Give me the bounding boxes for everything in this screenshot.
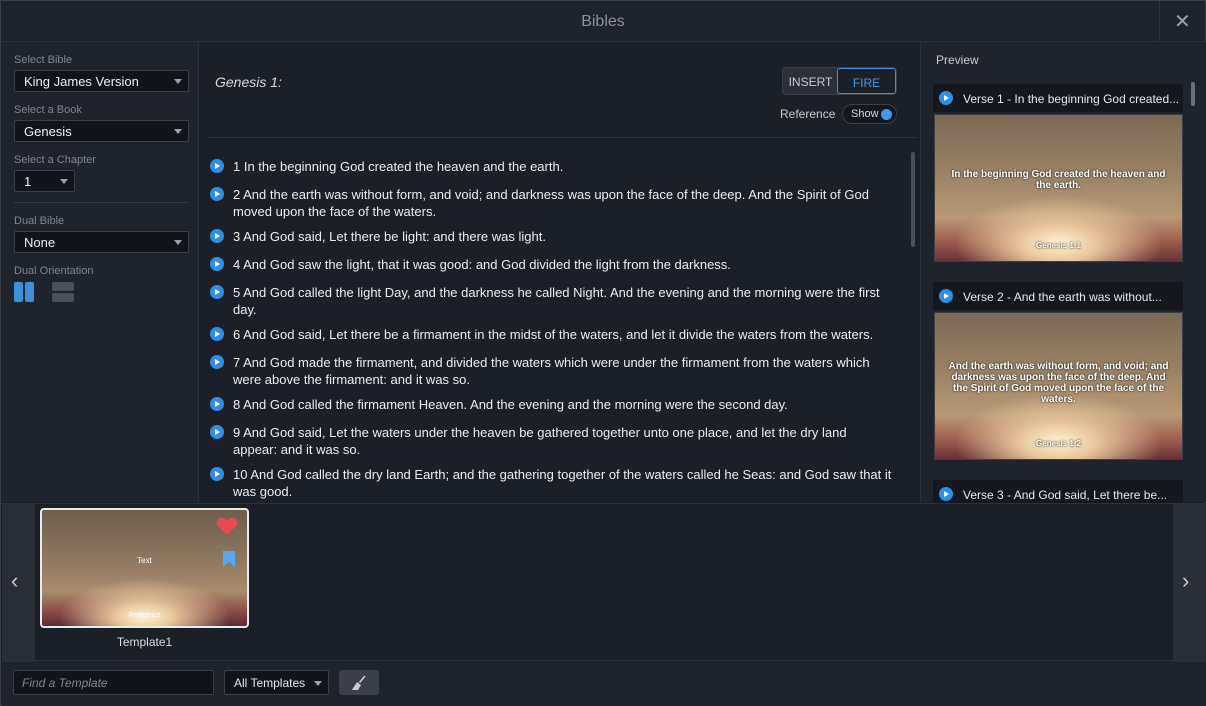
preview-label: Preview — [936, 53, 979, 67]
bookmark-icon[interactable] — [223, 551, 235, 567]
play-icon[interactable] — [210, 467, 224, 481]
template-filter-value: All Templates — [234, 676, 306, 690]
preview-item-title: Verse 1 - In the beginning God created..… — [963, 92, 1180, 106]
select-bible-label: Select Bible — [14, 54, 73, 66]
bible-select[interactable]: King James Version — [14, 70, 189, 92]
chevron-down-icon — [60, 179, 68, 184]
chevron-down-icon — [174, 129, 182, 134]
verse-text: 2 And the earth was without form, and vo… — [233, 187, 869, 219]
template-reference-placeholder: Reference — [128, 612, 161, 619]
output-mode-toggle: INSERT FIRE — [782, 67, 897, 95]
template-strip: ‹ Text Reference Template1 › — [2, 503, 1206, 662]
preview-slide[interactable]: And the earth was without form, and void… — [934, 312, 1183, 460]
chapter-select[interactable]: 1 — [14, 170, 75, 192]
chevron-down-icon — [174, 240, 182, 245]
previous-templates-button[interactable]: ‹ — [2, 504, 35, 662]
toggle-knob-icon — [881, 109, 892, 120]
column-icon — [14, 282, 23, 302]
verse-list: 1 In the beginning God created the heave… — [202, 150, 902, 502]
chapter-reference-title: Genesis 1: — [215, 74, 282, 90]
play-icon[interactable] — [210, 397, 224, 411]
preview-item-header[interactable]: Verse 1 - In the beginning God created..… — [933, 84, 1183, 112]
section-divider — [14, 202, 189, 203]
chapter-select-value: 1 — [24, 174, 32, 189]
select-chapter-label: Select a Chapter — [14, 154, 96, 166]
show-toggle-label: Show — [851, 108, 879, 120]
template-name: Template1 — [116, 635, 173, 649]
next-templates-button[interactable]: › — [1173, 504, 1206, 662]
dual-bible-label: Dual Bible — [14, 215, 65, 227]
verse-list-scrollbar[interactable] — [911, 152, 915, 247]
chevron-down-icon — [174, 79, 182, 84]
preview-item-title: Verse 2 - And the earth was without... — [963, 290, 1162, 304]
play-icon[interactable] — [939, 91, 953, 105]
find-template-input[interactable]: Find a Template — [13, 670, 214, 695]
verse-text: 1 In the beginning God created the heave… — [233, 159, 564, 174]
template-filter-select[interactable]: All Templates — [224, 670, 329, 695]
dual-bible-select-value: None — [24, 235, 56, 250]
bible-select-value: King James Version — [24, 74, 139, 89]
preview-slide-text: And the earth was without form, and void… — [948, 361, 1169, 405]
play-icon[interactable] — [210, 159, 224, 173]
side-by-side-orientation-button[interactable] — [14, 282, 34, 302]
title-bar: Bibles ✕ — [1, 1, 1205, 42]
template-card[interactable]: Text Reference — [40, 508, 249, 628]
chevron-down-icon — [314, 681, 322, 686]
play-icon[interactable] — [939, 289, 953, 303]
preview-slide-reference: Genesis 1:1 — [1036, 241, 1081, 250]
dual-bible-select[interactable]: None — [14, 231, 189, 253]
header-divider — [207, 137, 918, 138]
bibles-dialog: Bibles ✕ Select Bible King James Version… — [0, 0, 1206, 706]
preview-slide[interactable]: In the beginning God created the heaven … — [934, 114, 1183, 262]
chevron-left-icon: ‹ — [11, 568, 19, 593]
play-icon[interactable] — [210, 425, 224, 439]
play-icon[interactable] — [210, 355, 224, 369]
play-icon[interactable] — [210, 257, 224, 271]
verse-text: 5 And God called the light Day, and the … — [233, 285, 880, 317]
preview-slide-reference: Genesis 1:2 — [1036, 439, 1081, 448]
template-footer: Find a Template All Templates — [2, 662, 1206, 706]
dual-orientation-label: Dual Orientation — [14, 265, 94, 277]
verse-text: 10 And God called the dry land Earth; an… — [233, 467, 892, 499]
preview-item-header[interactable]: Verse 2 - And the earth was without... — [933, 282, 1183, 310]
column-icon — [25, 282, 34, 302]
play-icon[interactable] — [210, 327, 224, 341]
row-icon — [52, 293, 74, 302]
window-title: Bibles — [581, 13, 625, 30]
play-icon[interactable] — [210, 229, 224, 243]
chevron-right-icon: › — [1182, 568, 1190, 593]
select-book-label: Select a Book — [14, 104, 82, 116]
verse-text: 7 And God made the firmament, and divide… — [233, 355, 870, 387]
play-icon[interactable] — [939, 487, 953, 501]
close-icon: ✕ — [1174, 11, 1191, 33]
preview-item-title: Verse 3 - And God said, Let there be... — [963, 488, 1168, 502]
row-icon — [52, 282, 74, 291]
reference-show-toggle[interactable]: Show — [842, 104, 897, 124]
verse-panel: Genesis 1: INSERT FIRE Reference Show 1 … — [202, 42, 918, 502]
close-button[interactable]: ✕ — [1159, 1, 1205, 41]
fire-button[interactable]: FIRE — [837, 68, 896, 94]
stacked-orientation-button[interactable] — [52, 282, 74, 302]
heart-icon[interactable] — [216, 516, 238, 536]
verse-text: 3 And God said, Let there be light: and … — [233, 229, 546, 244]
template-text-placeholder: Text — [137, 556, 152, 565]
book-select[interactable]: Genesis — [14, 120, 189, 142]
preview-panel: Preview Verse 1 - In the beginning God c… — [920, 42, 1206, 508]
play-icon[interactable] — [210, 285, 224, 299]
verse-text: 6 And God said, Let there be a firmament… — [233, 327, 874, 342]
selection-panel: Select Bible King James Version Select a… — [2, 42, 199, 502]
book-select-value: Genesis — [24, 124, 72, 139]
clear-filter-button[interactable] — [339, 670, 379, 695]
play-icon[interactable] — [210, 187, 224, 201]
verse-text: 8 And God called the firmament Heaven. A… — [233, 397, 788, 412]
verse-text: 4 And God saw the light, that it was goo… — [233, 257, 731, 272]
broom-icon — [352, 675, 366, 690]
preview-scrollbar[interactable] — [1191, 82, 1195, 106]
insert-button[interactable]: INSERT — [783, 68, 838, 94]
reference-label: Reference — [780, 107, 836, 121]
preview-slide-text: In the beginning God created the heaven … — [951, 169, 1166, 191]
verse-text: 9 And God said, Let the waters under the… — [233, 425, 847, 457]
